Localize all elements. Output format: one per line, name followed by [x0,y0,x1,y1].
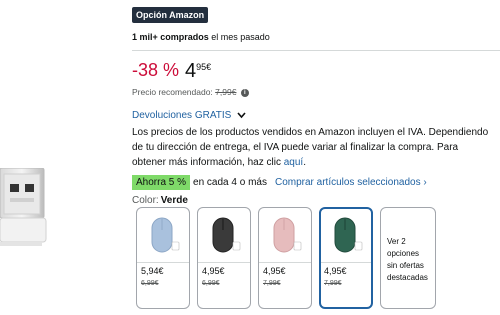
free-returns-label: Devoluciones GRATIS [132,110,232,121]
vat-line-3-suffix: . [303,157,306,168]
vat-more-info-link[interactable]: aquí [284,157,303,168]
variant-mouse-image [201,212,247,260]
variant-price: 4,95€ [202,266,225,276]
shop-selected-items-link[interactable]: Comprar artículos seleccionados › [275,177,427,188]
variant-divider [198,262,250,263]
vat-line-3: obtener más información, haz clic aquí. [132,155,500,170]
price-block: -38 % 495€ [132,60,211,83]
variant-price: 5,94€ [141,266,164,276]
product-page: Opción Amazon 1 mil+ comprados el mes pa… [0,0,500,315]
variant-card-rosa[interactable]: 4,95€ 7,99€ [258,207,312,309]
variant-list: 5,94€ 6,99€ 4,95€ 6,99€ 4,95€ 7,99€ 4,95… [136,207,500,312]
bought-count: 1 mil+ comprados el mes pasado [132,32,270,42]
vat-notice: Los precios de los productos vendidos en… [132,125,500,170]
more-options-line-2: opciones [387,249,420,258]
savings-text: en cada 4 o más [193,177,267,188]
color-label: Color: [132,195,159,206]
divider [132,50,500,51]
variant-divider [137,262,189,263]
free-returns-link[interactable]: Devoluciones GRATIS [132,110,246,121]
variant-price: 4,95€ [263,266,286,276]
price-currency: € [206,62,212,72]
bought-count-rest: el mes pasado [208,32,270,42]
recommended-price: Precio recomendado: 7,99€ i [132,87,249,97]
variant-mouse-image [140,212,186,260]
price-fraction-digits: 95 [196,62,207,72]
variant-old-price: 6,99€ [141,280,159,287]
variant-old-price: 7,99€ [263,280,281,287]
savings-badge: Ahorra 5 % [132,175,191,190]
vat-line-2: de tu dirección de entrega, el IVA puede… [132,142,459,153]
bought-count-bold: 1 mil+ comprados [132,32,209,42]
variant-old-price: 6,99€ [202,280,220,287]
variant-card-verde[interactable]: 4,95€ 7,99€ [319,207,373,309]
vat-line-1: Los precios de los productos vendidos en… [132,127,489,138]
more-options-line-3: sin ofertas [387,261,424,270]
more-options-card[interactable]: Ver 2 opciones sin ofertas destacadas [380,207,436,309]
chevron-down-icon [237,110,246,120]
variant-price: 4,95€ [324,266,347,276]
more-options-line-4: destacadas [387,273,428,282]
recommended-price-value: 7,99€ [215,87,237,97]
color-value: Verde [160,195,188,206]
color-selection: Color: Verde [132,195,188,206]
recommended-price-label: Precio recomendado: [132,87,216,97]
variant-divider [321,262,371,263]
variant-mouse-image [262,212,308,260]
price-whole: 4 [185,60,197,82]
more-options-text: Ver 2 opciones sin ofertas destacadas [387,236,433,284]
variant-card-azul[interactable]: 5,94€ 6,99€ [136,207,190,309]
variant-old-price: 7,99€ [324,280,342,287]
info-icon[interactable]: i [240,88,249,97]
more-options-line-1: Ver 2 [387,237,406,246]
variant-mouse-image [323,212,369,260]
vat-line-3-prefix: obtener más información, haz clic [132,157,284,168]
variant-divider [259,262,311,263]
variant-card-negro[interactable]: 4,95€ 6,99€ [197,207,251,309]
promo-row: Ahorra 5 % en cada 4 o más Comprar artícul… [132,175,427,190]
amazon-choice-badge: Opción Amazon [132,7,209,23]
price-fraction: 95€ [196,62,211,72]
product-image-usb-receiver[interactable] [0,167,52,250]
discount-percent: -38 % [132,60,180,80]
